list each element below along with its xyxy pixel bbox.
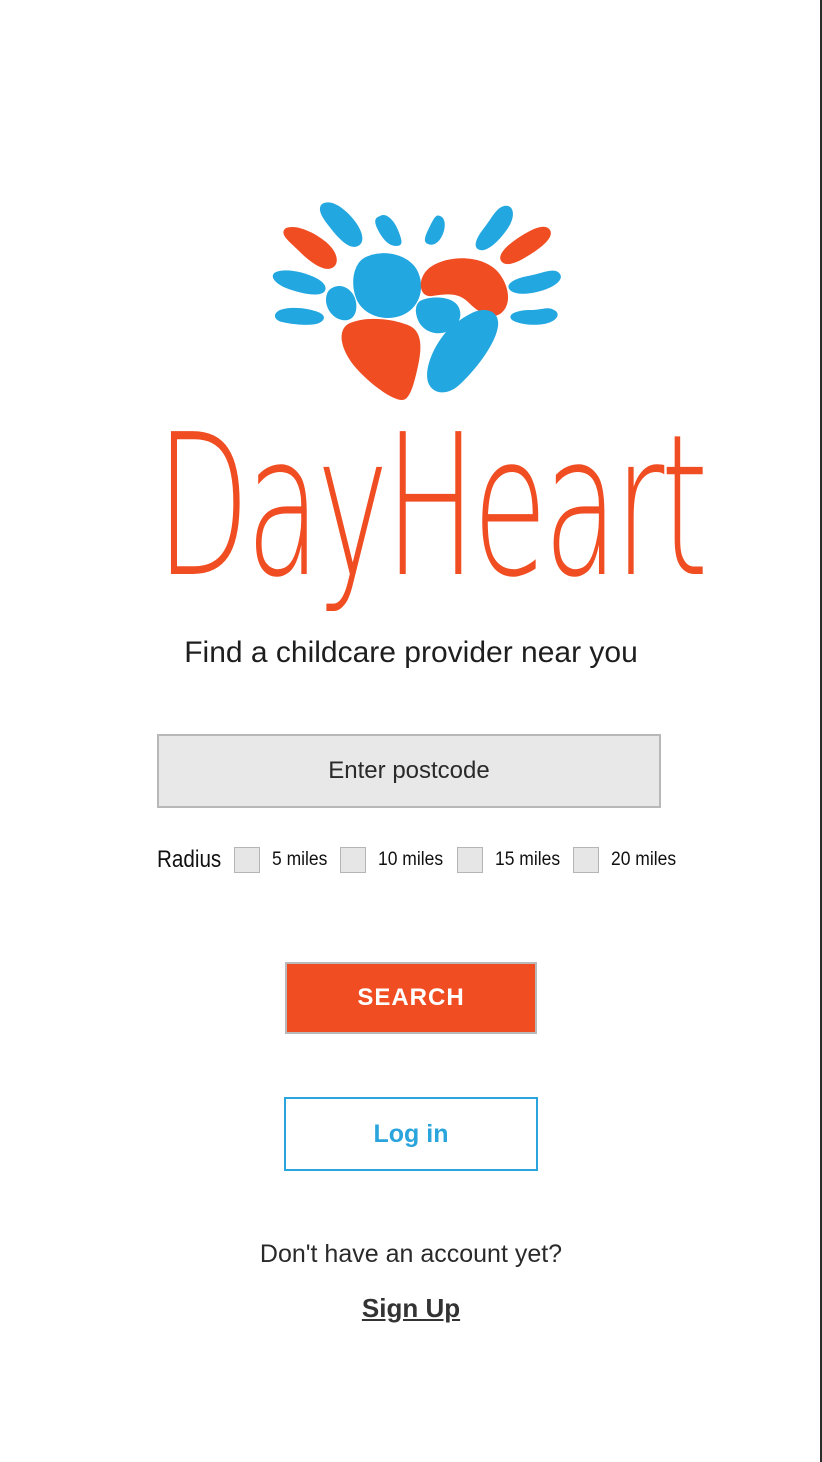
radius-option-20-miles[interactable]: 20 miles [573, 847, 690, 873]
radius-checkbox-20-miles[interactable] [573, 847, 600, 873]
heart-sun-logo-icon [272, 202, 561, 400]
signup-link[interactable]: Sign Up [0, 1293, 822, 1324]
brand-name-text: DayHeart [156, 393, 708, 621]
signup-prompt: Don't have an account yet? [259, 1240, 563, 1268]
radius-checkbox-5-miles[interactable] [233, 847, 260, 873]
radius-option-label: 15 miles [494, 849, 560, 870]
radius-option-5-miles[interactable]: 5 miles [233, 847, 340, 873]
tagline: Find a childcare provider near you [184, 636, 638, 669]
login-button[interactable]: Log in [284, 1097, 538, 1171]
radius-option-15-miles[interactable]: 15 miles [456, 847, 574, 873]
radius-selector: Radius 5 miles 10 miles 15 miles 20 mile… [157, 844, 697, 876]
search-button[interactable]: SEARCH [285, 962, 537, 1034]
radius-option-10-miles[interactable]: 10 miles [339, 847, 457, 873]
brand-wordmark: DayHeart [156, 409, 708, 605]
radius-option-label: 20 miles [611, 849, 677, 870]
radius-option-label: 10 miles [377, 849, 443, 870]
radius-checkbox-15-miles[interactable] [456, 847, 483, 873]
postcode-input[interactable] [157, 734, 661, 808]
radius-label: Radius [157, 846, 222, 873]
radius-checkbox-10-miles[interactable] [339, 847, 366, 873]
radius-option-label: 5 miles [271, 849, 328, 870]
